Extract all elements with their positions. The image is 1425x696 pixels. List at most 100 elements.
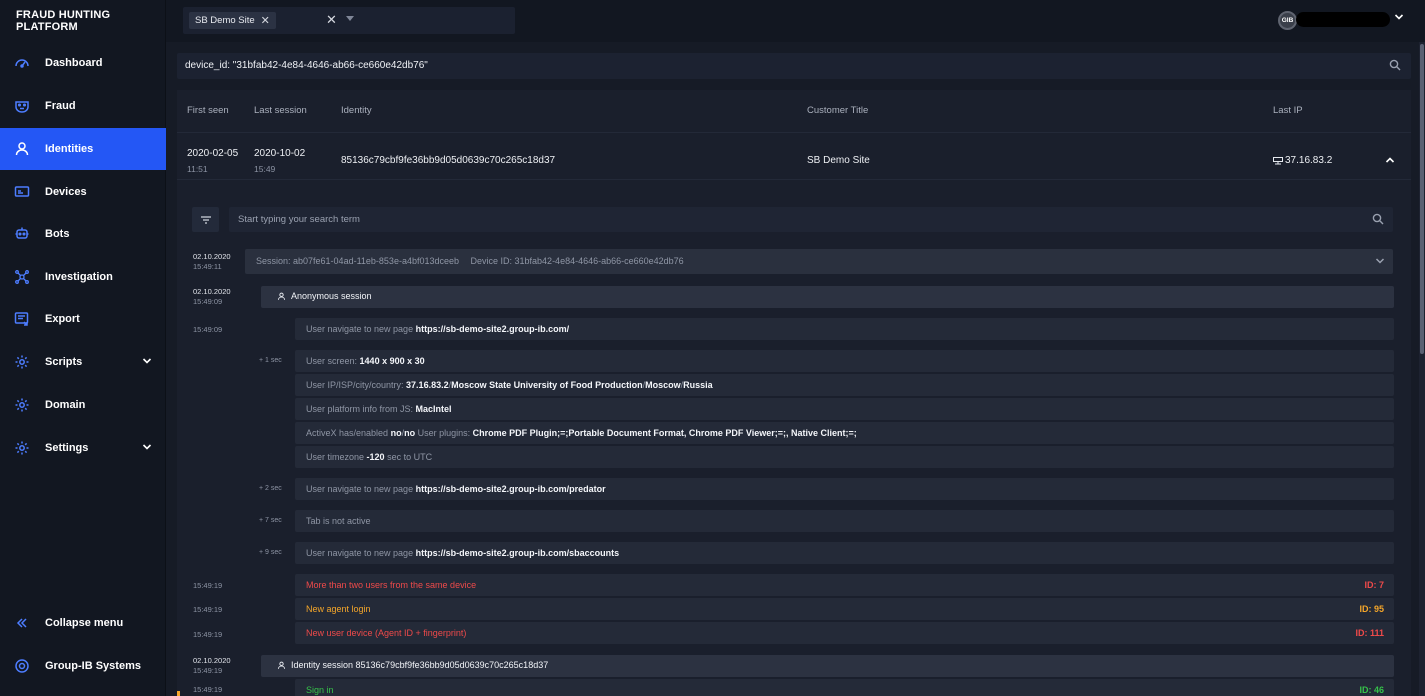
event-offset: + 1 sec (259, 357, 282, 364)
event-navigate-2: User navigate to new page https://sb-dem… (295, 478, 1394, 500)
identity-session-wrap: Identity session 85136c79cbf9fe36bb9d05d… (277, 660, 548, 670)
event-label: User IP/ISP/city/country: (306, 380, 404, 390)
anon-date: 02.10.2020 (193, 287, 231, 296)
sidebar-item-settings[interactable]: Settings (0, 427, 166, 469)
sidebar-item-investigation[interactable]: Investigation (0, 256, 166, 298)
table-row[interactable]: 2020-02-05 11:51 2020-10-02 15:49 85136c… (177, 133, 1411, 180)
gear-icon (14, 440, 30, 456)
alert-id[interactable]: ID: 7 (1364, 580, 1384, 590)
search-icon[interactable] (1389, 59, 1401, 74)
site-chip[interactable]: SB Demo Site ✕ (189, 12, 276, 29)
dashboard-icon (14, 55, 30, 71)
user-menu-chevron-icon[interactable] (1394, 11, 1404, 25)
event-navigate-1: User navigate to new page https://sb-dem… (295, 318, 1394, 340)
session-bar[interactable]: Session: ab07fe61-04ad-11eb-853e-a4bf013… (245, 249, 1393, 274)
chevron-down-icon[interactable] (1375, 257, 1385, 267)
identity-session-header[interactable]: Identity session 85136c79cbf9fe36bb9d05d… (261, 655, 1394, 677)
site-select[interactable]: SB Demo Site ✕ ✕ (183, 7, 515, 34)
event-value: MacIntel (415, 404, 452, 414)
company-link[interactable]: Group-IB Systems (0, 645, 166, 687)
sidebar-item-identities[interactable]: Identities (0, 128, 166, 170)
event-label: User navigate to new page (306, 324, 414, 334)
session-id: Session: ab07fe61-04ad-11eb-853e-a4bf013… (256, 256, 459, 266)
alert-label: New user device (Agent ID + fingerprint) (306, 628, 467, 638)
column-customer-title[interactable]: Customer Title (807, 105, 868, 116)
sidebar-item-dashboard[interactable]: Dashboard (0, 42, 166, 84)
event-text: User timezone -120 sec to UTC (306, 452, 432, 462)
alert-label: New agent login (306, 604, 371, 614)
session-time: 15:49:11 (193, 262, 222, 271)
event-url[interactable]: https://sb-demo-site2.group-ib.com/preda… (416, 484, 606, 494)
anonymous-session-header[interactable]: Anonymous session (261, 286, 1394, 308)
dropdown-caret-icon[interactable] (346, 16, 354, 21)
sidebar-item-bots[interactable]: Bots (0, 213, 166, 255)
sidebar-item-fraud[interactable]: Fraud (0, 85, 166, 127)
identity-hash[interactable]: 85136c79cbf9fe36bb9d05d0639c70c265c18d37 (341, 155, 555, 166)
alert-time: 15:49:19 (193, 630, 222, 640)
clear-icon[interactable]: ✕ (326, 12, 337, 28)
anon-label-wrap: Anonymous session (277, 291, 372, 301)
alert-time: 15:49:19 (193, 605, 222, 615)
alert-id[interactable]: ID: 95 (1359, 604, 1384, 614)
query-input[interactable]: device_id: "31bfab42-4e84-4646-ab66-ce66… (177, 53, 1411, 79)
sidebar-item-label: Identities (45, 143, 94, 155)
sidebar-item-label: Fraud (45, 100, 76, 112)
column-first-seen[interactable]: First seen (187, 105, 229, 116)
first-seen-time: 11:51 (187, 164, 208, 174)
top-bar: SB Demo Site ✕ ✕ GIB (166, 0, 1425, 42)
signin-id[interactable]: ID: 46 (1359, 685, 1384, 695)
avatar[interactable]: GIB (1278, 11, 1297, 30)
event-navigate-3: User navigate to new page https://sb-dem… (295, 542, 1394, 564)
sidebar-item-export[interactable]: Export (0, 298, 166, 340)
event-label: User platform info from JS: (306, 404, 414, 414)
search-icon[interactable] (1372, 213, 1384, 228)
sidebar-item-label: Settings (45, 442, 89, 454)
event-text: User navigate to new page https://sb-dem… (306, 548, 619, 558)
last-ip-value: 37.16.83.2 (1285, 155, 1333, 166)
device-id: Device ID: 31bfab42-4e84-4646-ab66-ce660… (470, 256, 684, 266)
filter-button[interactable] (192, 207, 219, 232)
identity-session-time: 15:49:19 (193, 666, 223, 675)
event-ip: User IP/ISP/city/country: 37.16.83.2/Mos… (295, 374, 1394, 396)
alert-row[interactable]: New user device (Agent ID + fingerprint)… (295, 622, 1394, 644)
event-search-input[interactable]: Start typing your search term (229, 207, 1393, 232)
signin-row[interactable]: Sign in ID: 46 (295, 679, 1394, 696)
sidebar-item-scripts[interactable]: Scripts (0, 341, 166, 383)
scrollbar-thumb[interactable] (1420, 44, 1424, 354)
event-url[interactable]: https://sb-demo-site2.group-ib.com/sbacc… (416, 548, 620, 558)
event-label: Tab is not active (306, 516, 371, 526)
event-value: 37.16.83.2 (406, 380, 449, 390)
column-identity[interactable]: Identity (341, 105, 372, 116)
sidebar-item-label: Bots (45, 228, 70, 240)
event-url[interactable]: https://sb-demo-site2.group-ib.com/ (416, 324, 570, 334)
last-ip-cell: 37.16.83.2 (1273, 155, 1332, 166)
identity-session-date: 02.10.2020 (193, 656, 231, 665)
column-last-session[interactable]: Last session (254, 105, 307, 116)
anon-label: Anonymous session (291, 291, 372, 301)
sidebar-item-label: Export (45, 313, 80, 325)
collapse-menu-button[interactable]: Collapse menu (0, 602, 166, 644)
alert-row[interactable]: More than two users from the same device… (295, 574, 1394, 596)
search-placeholder: Start typing your search term (238, 214, 360, 225)
event-label: ActiveX has/enabled (306, 428, 389, 438)
sidebar-item-domain[interactable]: Domain (0, 384, 166, 426)
alert-label: More than two users from the same device (306, 580, 477, 590)
event-value: no (390, 428, 402, 438)
alert-id[interactable]: ID: 111 (1355, 628, 1384, 638)
alert-row[interactable]: New agent login ID: 95 (295, 598, 1394, 620)
event-timezone: User timezone -120 sec to UTC (295, 446, 1394, 468)
event-value: Moscow State University of Food Producti… (451, 380, 643, 390)
collapse-row-icon[interactable] (1385, 153, 1395, 167)
event-value: -120 (366, 452, 385, 462)
user-icon (14, 141, 30, 157)
column-last-ip[interactable]: Last IP (1273, 105, 1303, 116)
event-offset: + 9 sec (259, 549, 282, 556)
device-icon (14, 184, 30, 200)
sidebar: FRAUD HUNTING PLATFORM Dashboard Fraud I… (0, 0, 166, 696)
remove-chip-icon[interactable]: ✕ (261, 14, 270, 27)
event-label: User navigate to new page (306, 548, 414, 558)
signin-time: 15:49:19 (193, 685, 222, 695)
event-value: Moscow (645, 380, 681, 390)
sidebar-item-devices[interactable]: Devices (0, 171, 166, 213)
export-icon (14, 311, 30, 327)
